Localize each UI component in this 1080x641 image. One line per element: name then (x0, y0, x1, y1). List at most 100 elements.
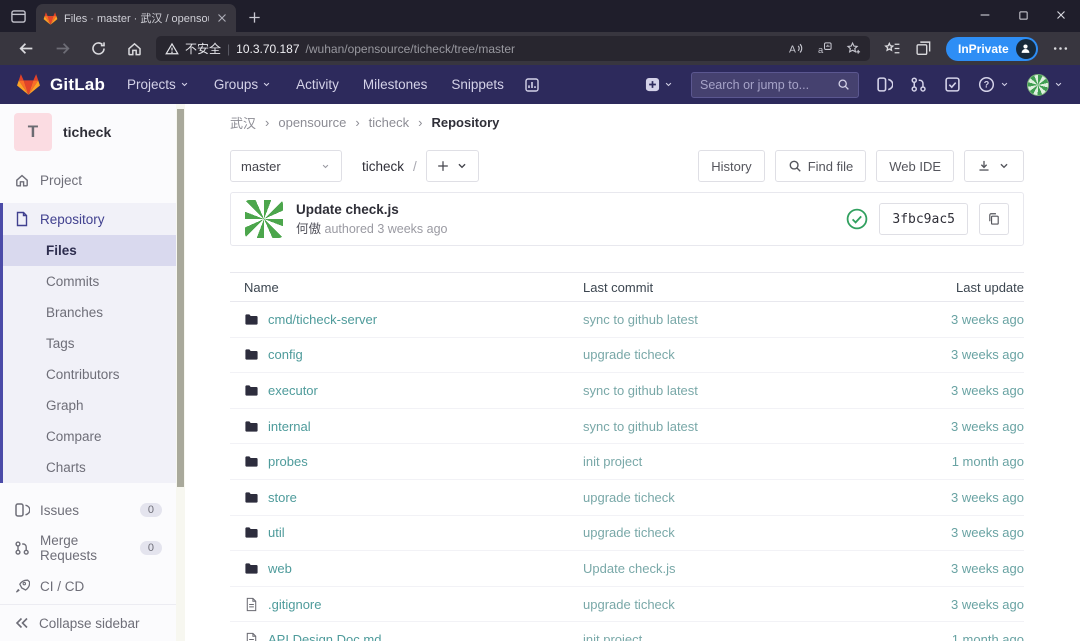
download-button[interactable] (964, 150, 1024, 182)
sidebar-item-repository[interactable]: Repository (3, 203, 176, 235)
table-row[interactable]: internal sync to github latest 3 weeks a… (230, 409, 1024, 445)
user-menu[interactable] (1027, 74, 1064, 96)
browser-menu-icon[interactable] (1052, 40, 1069, 57)
commit-title-link[interactable]: Update check.js (296, 200, 448, 220)
commit-sha-button[interactable]: 3fbc9ac5 (879, 203, 968, 235)
activity-chart-icon[interactable] (524, 77, 540, 93)
help-menu[interactable] (978, 76, 1010, 93)
refresh-button[interactable] (80, 35, 116, 63)
back-button[interactable] (8, 35, 44, 63)
insecure-warning-icon[interactable] (165, 42, 179, 56)
translate-icon[interactable] (817, 41, 832, 56)
sidebar-subitem-branches[interactable]: Branches (3, 297, 176, 328)
file-name-link[interactable]: .gitignore (268, 597, 321, 612)
read-aloud-icon[interactable] (788, 41, 803, 56)
file-name-link[interactable]: web (268, 561, 292, 576)
maximize-button[interactable] (1004, 0, 1042, 30)
table-row[interactable]: util upgrade ticheck 3 weeks ago (230, 516, 1024, 552)
home-button[interactable] (116, 35, 152, 63)
collapse-sidebar-button[interactable]: Collapse sidebar (0, 604, 176, 641)
file-name-link[interactable]: executor (268, 383, 318, 398)
nav-link-activity[interactable]: Activity (296, 77, 339, 92)
file-name-link[interactable]: util (268, 525, 285, 540)
user-avatar[interactable] (1027, 74, 1049, 96)
sidebar-subitem-contributors[interactable]: Contributors (3, 359, 176, 390)
sidebar-subitem-files[interactable]: Files (3, 235, 176, 266)
new-tab-button[interactable] (247, 10, 262, 25)
breadcrumb-item[interactable]: 武汉 (230, 113, 256, 132)
search-input[interactable] (700, 78, 831, 92)
profile-avatar[interactable] (1016, 39, 1036, 59)
commit-message-link[interactable]: sync to github latest (583, 312, 698, 327)
table-row[interactable]: executor sync to github latest 3 weeks a… (230, 373, 1024, 409)
nav-link-projects[interactable]: Projects (127, 77, 190, 92)
commit-message-link[interactable]: sync to github latest (583, 419, 698, 434)
branch-selector[interactable]: master (230, 150, 342, 182)
file-name-link[interactable]: API Design Doc.md (268, 632, 381, 641)
browser-tab[interactable]: Files · master · 武汉 / opensourc (36, 4, 236, 32)
scrollbar-thumb[interactable] (177, 109, 184, 487)
collections-icon[interactable] (915, 40, 932, 57)
repo-path-name[interactable]: ticheck (362, 159, 404, 174)
sidebar-subitem-compare[interactable]: Compare (3, 421, 176, 452)
file-name-link[interactable]: cmd/ticheck-server (268, 312, 377, 327)
forward-button[interactable] (44, 35, 80, 63)
nav-link-groups[interactable]: Groups (214, 77, 272, 92)
commit-message-link[interactable]: upgrade ticheck (583, 490, 675, 505)
sidebar-subitem-commits[interactable]: Commits (3, 266, 176, 297)
commit-message-link[interactable]: sync to github latest (583, 383, 698, 398)
merge-requests-icon[interactable] (910, 76, 927, 93)
gitlab-brand[interactable]: GitLab (50, 75, 105, 95)
nav-link-snippets[interactable]: Snippets (451, 77, 504, 92)
table-row[interactable]: .gitignore upgrade ticheck 3 weeks ago (230, 587, 1024, 623)
file-name-link[interactable]: internal (268, 419, 311, 434)
commit-message-link[interactable]: init project (583, 632, 642, 641)
web-ide-button[interactable]: Web IDE (876, 150, 954, 182)
address-bar[interactable]: 不安全 | 10.3.70.187/wuhan/opensource/tiche… (156, 36, 870, 61)
history-button[interactable]: History (698, 150, 764, 182)
global-search[interactable] (691, 72, 859, 98)
file-name-link[interactable]: store (268, 490, 297, 505)
sidebar-scrollbar[interactable] (176, 104, 185, 641)
commit-message-link[interactable]: upgrade ticheck (583, 347, 675, 362)
breadcrumb-item[interactable]: opensource (278, 115, 346, 130)
commit-message-link[interactable]: init project (583, 454, 642, 469)
file-name-link[interactable]: config (268, 347, 303, 362)
issues-icon[interactable] (876, 76, 893, 93)
add-file-button[interactable] (426, 150, 479, 182)
table-row[interactable]: probes init project 1 month ago (230, 444, 1024, 480)
file-name-link[interactable]: probes (268, 454, 308, 469)
sidebar-subitem-charts[interactable]: Charts (3, 452, 176, 483)
nav-link-milestones[interactable]: Milestones (363, 77, 428, 92)
find-file-button[interactable]: Find file (775, 150, 867, 182)
gitlab-logo-icon[interactable] (16, 72, 41, 97)
add-favorite-icon[interactable] (846, 41, 861, 56)
new-menu-button[interactable] (645, 77, 674, 92)
favorites-icon[interactable] (884, 40, 901, 57)
table-row[interactable]: store upgrade ticheck 3 weeks ago (230, 480, 1024, 516)
copy-sha-button[interactable] (979, 203, 1009, 235)
table-row[interactable]: config upgrade ticheck 3 weeks ago (230, 338, 1024, 374)
close-button[interactable] (1042, 0, 1080, 30)
breadcrumb-item[interactable]: ticheck (369, 115, 409, 130)
project-context[interactable]: T ticheck (0, 104, 176, 157)
sidebar-item-cicd[interactable]: CI / CD (0, 571, 176, 601)
minimize-button[interactable] (966, 0, 1004, 30)
todos-icon[interactable] (944, 76, 961, 93)
sidebar-subitem-tags[interactable]: Tags (3, 328, 176, 359)
tab-close-icon[interactable] (215, 11, 229, 25)
table-row[interactable]: API Design Doc.md init project 1 month a… (230, 622, 1024, 641)
tab-actions-icon[interactable] (10, 8, 27, 25)
sidebar-item-issues[interactable]: Issues 0 (0, 495, 176, 525)
sidebar-item-project[interactable]: Project (0, 165, 176, 195)
table-row[interactable]: web Update check.js 3 weeks ago (230, 551, 1024, 587)
commit-message-link[interactable]: upgrade ticheck (583, 597, 675, 612)
table-row[interactable]: cmd/ticheck-server sync to github latest… (230, 302, 1024, 338)
commit-message-link[interactable]: Update check.js (583, 561, 676, 576)
sidebar-subitem-graph[interactable]: Graph (3, 390, 176, 421)
sidebar-item-merge-requests[interactable]: Merge Requests 0 (0, 533, 176, 563)
inprivate-badge[interactable]: InPrivate (946, 37, 1038, 61)
pipeline-status-icon[interactable] (846, 208, 868, 230)
commit-message-link[interactable]: upgrade ticheck (583, 525, 675, 540)
commit-author[interactable]: 何傲 (296, 222, 321, 236)
